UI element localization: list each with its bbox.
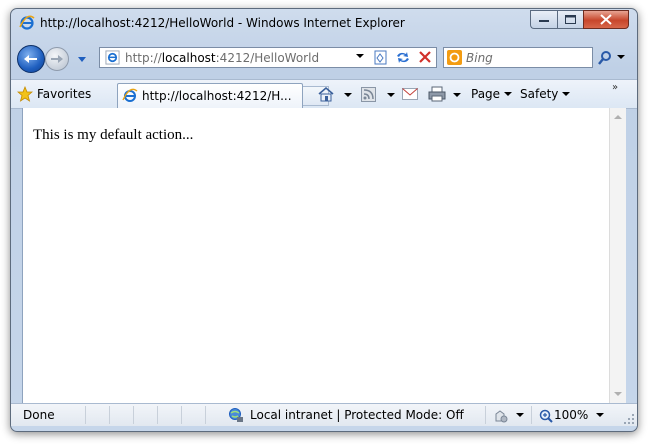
status-separator [109,406,110,424]
page-menu-label: Page [471,87,501,101]
print-button[interactable] [428,85,446,103]
favorites-button[interactable]: Favorites [17,85,91,103]
maximize-button[interactable] [557,10,583,29]
home-icon [318,86,334,102]
bing-icon [447,50,462,65]
refresh-icon[interactable] [394,49,412,66]
ie-tab-icon [122,88,138,102]
back-arrow-icon [24,55,37,63]
scroll-down-icon[interactable] [614,392,622,396]
manage-addons-icon[interactable] [493,408,509,424]
status-separator [205,406,206,424]
addons-dropdown-icon[interactable] [516,413,524,417]
favorites-label: Favorites [37,87,92,101]
caption-buttons [530,10,629,29]
close-icon [600,14,612,25]
status-separator [133,406,134,424]
zoom-icon[interactable] [538,408,554,424]
address-prefix: http:// [125,51,162,65]
status-separator [157,406,158,424]
page-dropdown-icon [504,92,513,96]
zoom-level[interactable]: 100% [554,408,588,422]
status-bar: Done Local intranet | Protected Mode: Of… [11,403,637,426]
safety-dropdown-icon [562,92,571,96]
page-content: This is my default action... [22,108,610,403]
more-commands-chevron-icon[interactable]: » [612,82,618,93]
recent-pages-dropdown[interactable] [77,54,87,64]
security-zone-text[interactable]: Local intranet | Protected Mode: Off [250,408,464,422]
page-menu[interactable]: Page [471,85,513,103]
forward-button[interactable] [45,47,69,71]
page-text: This is my default action... [33,127,194,143]
status-separator [485,406,486,424]
forward-arrow-icon [51,55,63,63]
window-title: http://localhost:4212/HelloWorld - Windo… [40,16,405,30]
feeds-button[interactable] [361,85,376,103]
scroll-up-icon[interactable] [614,115,622,119]
status-separator [531,406,532,424]
minimize-button[interactable] [530,10,557,29]
navigation-bar: http://localhost:4212/HelloWorld Bing [11,41,637,75]
address-host: localhost [161,51,216,65]
close-button[interactable] [583,10,629,29]
vertical-scrollbar[interactable] [609,108,626,403]
mail-icon [402,88,418,100]
safety-menu[interactable]: Safety [520,85,571,103]
back-button[interactable] [17,45,45,73]
search-options-dropdown[interactable] [617,55,625,59]
status-separator [181,406,182,424]
title-bar[interactable]: http://localhost:4212/HelloWorld - Windo… [11,9,637,37]
compatibility-view-icon[interactable] [372,49,390,66]
status-text: Done [23,408,55,422]
stop-icon[interactable] [416,49,434,66]
home-button[interactable] [317,85,335,103]
address-rest: :4212/HelloWorld [215,51,320,65]
safety-menu-label: Safety [520,87,559,101]
favorites-star-icon [17,86,33,102]
favorites-bar: Favorites http://localhost:4212/H... Pag… [11,79,637,109]
feeds-icon [361,86,376,102]
address-url[interactable]: http://localhost:4212/HelloWorld [125,51,319,65]
feeds-dropdown-icon[interactable] [387,93,395,97]
ie-logo-icon [19,15,35,30]
address-bar[interactable]: http://localhost:4212/HelloWorld [99,47,437,68]
print-icon [428,86,446,102]
search-icon[interactable] [597,50,613,66]
tab-label: http://localhost:4212/H... [142,89,292,103]
read-mail-button[interactable] [402,85,418,103]
search-placeholder: Bing [466,51,493,65]
address-dropdown-icon[interactable] [356,54,364,58]
ie-window: http://localhost:4212/HelloWorld - Windo… [10,8,638,432]
home-dropdown-icon[interactable] [344,93,352,97]
minimize-icon [539,19,549,22]
resize-grip-icon[interactable] [623,413,635,425]
status-separator [85,406,86,424]
maximize-icon [565,15,576,24]
zoom-dropdown-icon[interactable] [596,413,604,417]
ie-page-icon [105,50,120,65]
search-box[interactable]: Bing [443,47,593,68]
tab-active[interactable]: http://localhost:4212/H... [117,83,303,108]
local-intranet-icon [229,408,243,422]
print-dropdown-icon[interactable] [453,93,461,97]
